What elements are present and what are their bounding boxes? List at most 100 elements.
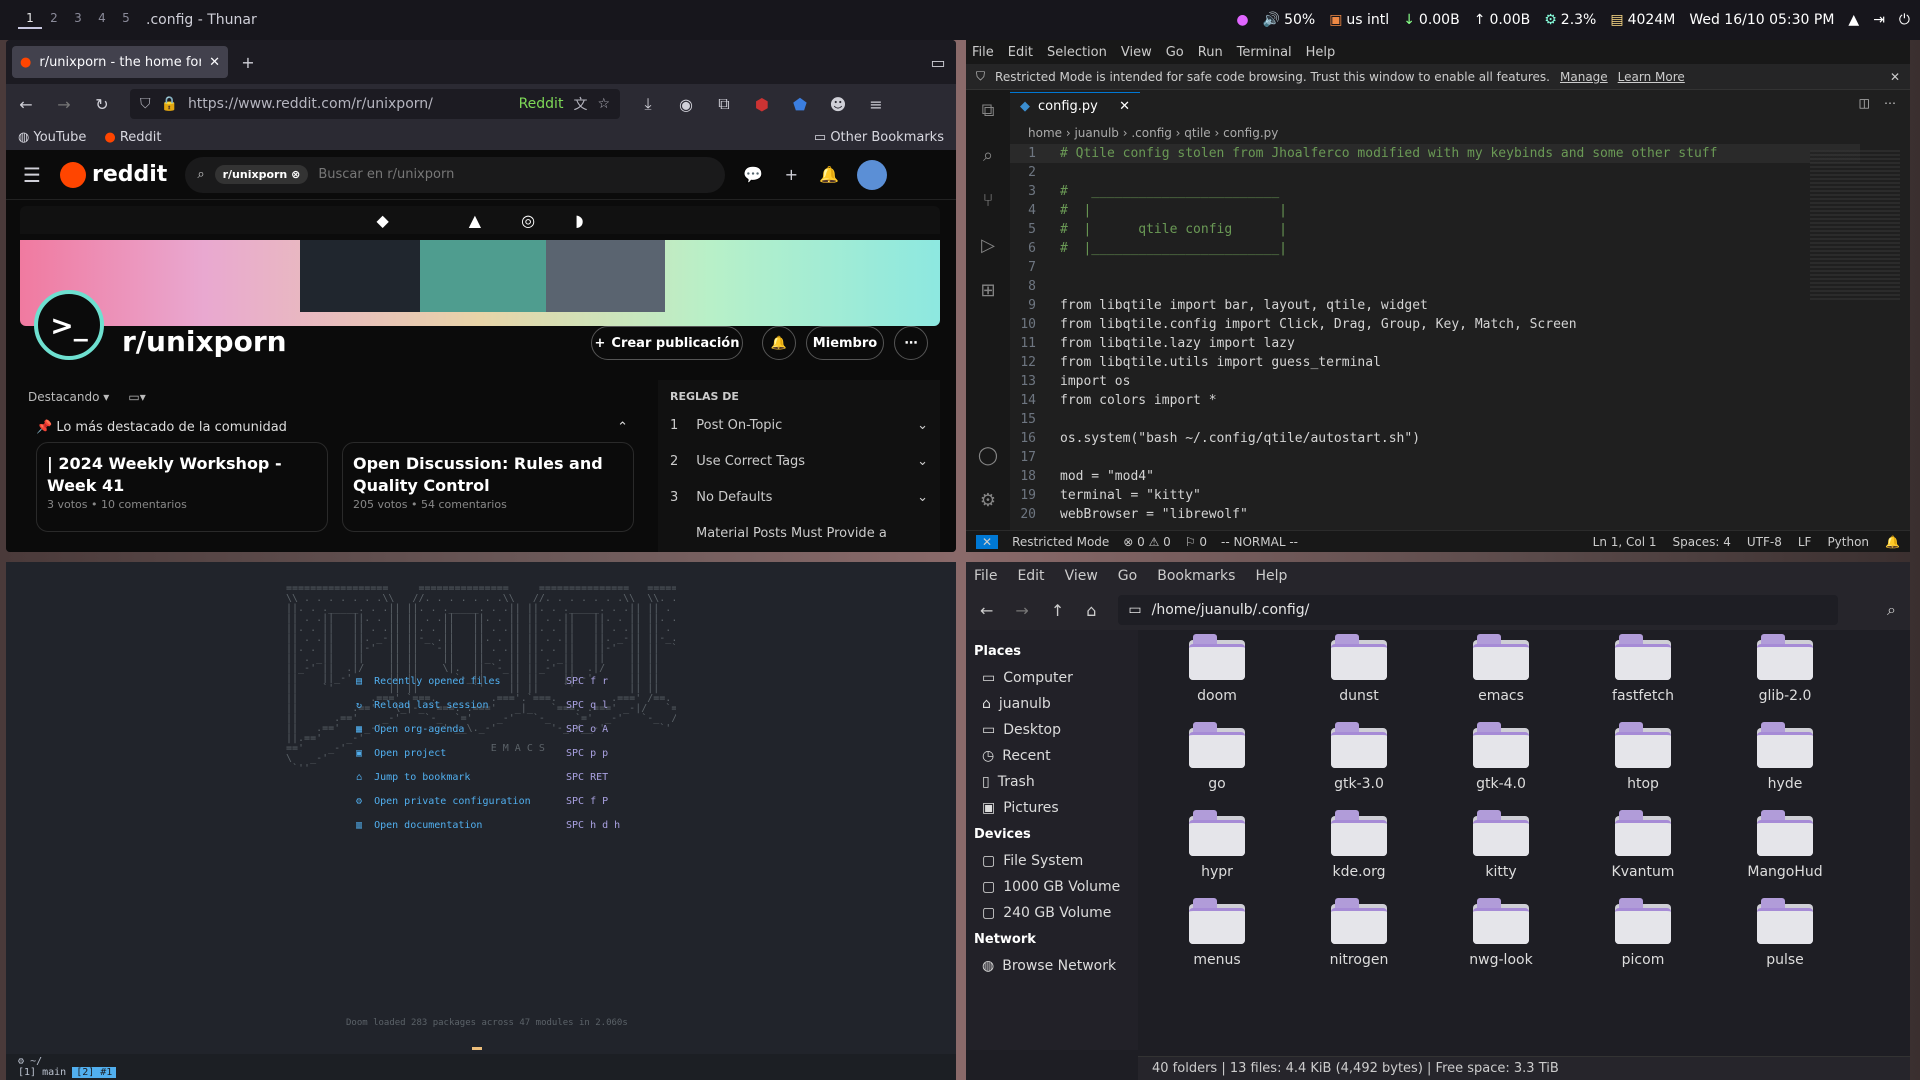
language-mode[interactable]: Python (1827, 535, 1869, 549)
workspace-5[interactable]: 5 (114, 11, 138, 29)
folder-item[interactable]: glib-2.0 (1714, 634, 1856, 704)
rule-item[interactable]: Material Posts Must Provide a (670, 515, 928, 551)
menu-icon[interactable]: ≡ (866, 94, 886, 114)
code-line[interactable]: 15 (1010, 410, 1860, 429)
code-line[interactable]: 14 from colors import * (1010, 391, 1860, 410)
menu-go[interactable]: Go (1166, 45, 1184, 60)
collapse-icon[interactable]: ⌃ (617, 420, 628, 435)
workspace-3[interactable]: 3 (66, 11, 90, 29)
account-icon[interactable]: ◉ (676, 94, 696, 114)
dashboard-item[interactable]: ↻ Reload last session SPC q l (356, 700, 608, 711)
new-tab-icon[interactable]: + (238, 52, 258, 72)
member-button[interactable]: Miembro (806, 326, 884, 360)
menu-help[interactable]: Help (1306, 45, 1336, 60)
explorer-icon[interactable]: ⧉ (982, 100, 995, 121)
highlight-card[interactable]: Open Discussion: Rules and Quality Contr… (342, 442, 634, 532)
view-toggle-icon[interactable]: ▭▾ (128, 390, 145, 404)
sidebar-item-pictures[interactable]: ▣ Pictures (970, 795, 1134, 821)
menu-edit[interactable]: Edit (1008, 45, 1033, 60)
rule-item[interactable]: 2 Use Correct Tags ⌄ (670, 443, 928, 479)
subreddit-chip[interactable]: r/unixporn ⊗ (214, 165, 309, 184)
url-bar[interactable]: ⛉ 🔒 https://www.reddit.com/r/unixporn/ R… (130, 89, 620, 119)
back-icon[interactable]: ← (980, 601, 993, 620)
close-tab-icon[interactable]: ✕ (1119, 99, 1130, 114)
clock[interactable]: Wed 16/10 05:30 PM (1689, 12, 1834, 28)
chip-close-icon[interactable]: ⊗ (291, 168, 300, 181)
tray-app-icon[interactable]: ● (1236, 12, 1248, 28)
folder-item[interactable]: kde.org (1288, 810, 1430, 880)
bookmark-star-icon[interactable]: ☆ (597, 96, 610, 112)
folder-item[interactable]: kitty (1430, 810, 1572, 880)
menu-selection[interactable]: Selection (1047, 45, 1107, 60)
forward-icon[interactable]: → (1015, 601, 1028, 620)
indentation[interactable]: Spaces: 4 (1673, 535, 1731, 549)
dashboard-item[interactable]: ▣ Open project SPC p p (356, 748, 608, 759)
folder-item[interactable]: nwg-look (1430, 898, 1572, 968)
code-line[interactable]: 9 from libqtile import bar, layout, qtile… (1010, 296, 1860, 315)
folder-item[interactable]: picom (1572, 898, 1714, 968)
code-line[interactable]: 19 terminal = "kitty" (1010, 486, 1860, 505)
restricted-mode-status[interactable]: Restricted Mode (1012, 535, 1109, 549)
folder-item[interactable]: nitrogen (1288, 898, 1430, 968)
close-tab-icon[interactable]: ✕ (209, 55, 220, 70)
code-line[interactable]: 5 # | qtile config | (1010, 220, 1860, 239)
menu-run[interactable]: Run (1198, 45, 1223, 60)
sidebar-item-home[interactable]: ⌂ juanulb (970, 691, 1134, 717)
eol[interactable]: LF (1798, 535, 1812, 549)
rule-item[interactable]: 3 No Defaults ⌄ (670, 479, 928, 515)
rule-item[interactable]: 1 Post On-Topic ⌄ (670, 407, 928, 443)
bookmark-reddit[interactable]: ● Reddit (104, 130, 161, 145)
extensions-icon[interactable]: ⊞ (980, 280, 995, 301)
account-icon[interactable]: ◯ (978, 445, 998, 466)
bookmark-youtube[interactable]: ◍ YouTube (18, 130, 86, 145)
back-icon[interactable]: ← (16, 94, 36, 114)
code-line[interactable]: 13 import os (1010, 372, 1860, 391)
code-line[interactable]: 1 # Qtile config stolen from Jhoalferco m… (1010, 144, 1860, 163)
code-line[interactable]: 20 webBrowser = "librewolf" (1010, 505, 1860, 524)
close-icon[interactable]: ✕ (1890, 70, 1900, 84)
menu-edit[interactable]: Edit (1017, 568, 1044, 584)
cursor-position[interactable]: Ln 1, Col 1 (1593, 535, 1657, 549)
folder-item[interactable]: hypr (1146, 810, 1288, 880)
extensions-icon[interactable]: ⧉ (714, 94, 734, 114)
notifications-icon[interactable]: 🔔 (819, 165, 839, 185)
home-icon[interactable]: ⌂ (1086, 601, 1096, 620)
workspace-4[interactable]: 4 (90, 11, 114, 29)
tab-list-icon[interactable]: ▭ (928, 52, 948, 72)
settings-gear-icon[interactable]: ⚙ (980, 490, 996, 511)
reload-icon[interactable]: ↻ (92, 94, 112, 114)
folder-item[interactable]: hyde (1714, 722, 1856, 792)
code-line[interactable]: 4 # | | (1010, 201, 1860, 220)
menu-file[interactable]: File (974, 568, 997, 584)
menu-view[interactable]: View (1065, 568, 1098, 584)
learn-more-link[interactable]: Learn More (1618, 70, 1685, 84)
folder-item[interactable]: pulse (1714, 898, 1856, 968)
code-line[interactable]: 8 (1010, 277, 1860, 296)
sidebar-item-trash[interactable]: ▯ Trash (970, 769, 1134, 795)
editor-tab[interactable]: ◆ config.py ✕ (1010, 92, 1140, 120)
source-control-icon[interactable]: ⑂ (983, 190, 994, 211)
avatar[interactable] (857, 159, 888, 190)
folder-item[interactable]: MangoHud (1714, 810, 1856, 880)
code-line[interactable]: 6 # |________________________| (1010, 239, 1860, 258)
sidebar-item-browse-network[interactable]: ◍ Browse Network (970, 953, 1134, 979)
folder-item[interactable]: fastfetch (1572, 634, 1714, 704)
breadcrumb[interactable]: home › juanulb › .config › qtile › confi… (1028, 126, 1278, 140)
sidebar-item-volume-240[interactable]: ▢ 240 GB Volume (970, 900, 1134, 926)
search-icon[interactable]: ⌕ (983, 145, 993, 166)
chat-icon[interactable]: 💬 (743, 165, 763, 185)
dashboard-item[interactable]: ▤ Recently opened files SPC f r (356, 676, 608, 687)
code-line[interactable]: 2 (1010, 163, 1860, 182)
sidebar-item-filesystem[interactable]: ▢ File System (970, 848, 1134, 874)
ports-status[interactable]: ⚐ 0 (1185, 535, 1207, 549)
code-line[interactable]: 12 from libqtile.utils import guess_termi… (1010, 353, 1860, 372)
create-post-button[interactable]: + Crear publicación (591, 326, 743, 360)
hamburger-icon[interactable]: ☰ (22, 163, 42, 187)
reddit-search[interactable]: ⌕ r/unixporn ⊗ Buscar en r/unixporn (185, 156, 726, 193)
folder-item[interactable]: htop (1572, 722, 1714, 792)
code-line[interactable]: 10 from libqtile.config import Click, Dra… (1010, 315, 1860, 334)
folder-item[interactable]: dunst (1288, 634, 1430, 704)
keyboard-layout[interactable]: ▣ us intl (1329, 12, 1389, 28)
folder-item[interactable]: menus (1146, 898, 1288, 968)
forward-icon[interactable]: → (54, 94, 74, 114)
